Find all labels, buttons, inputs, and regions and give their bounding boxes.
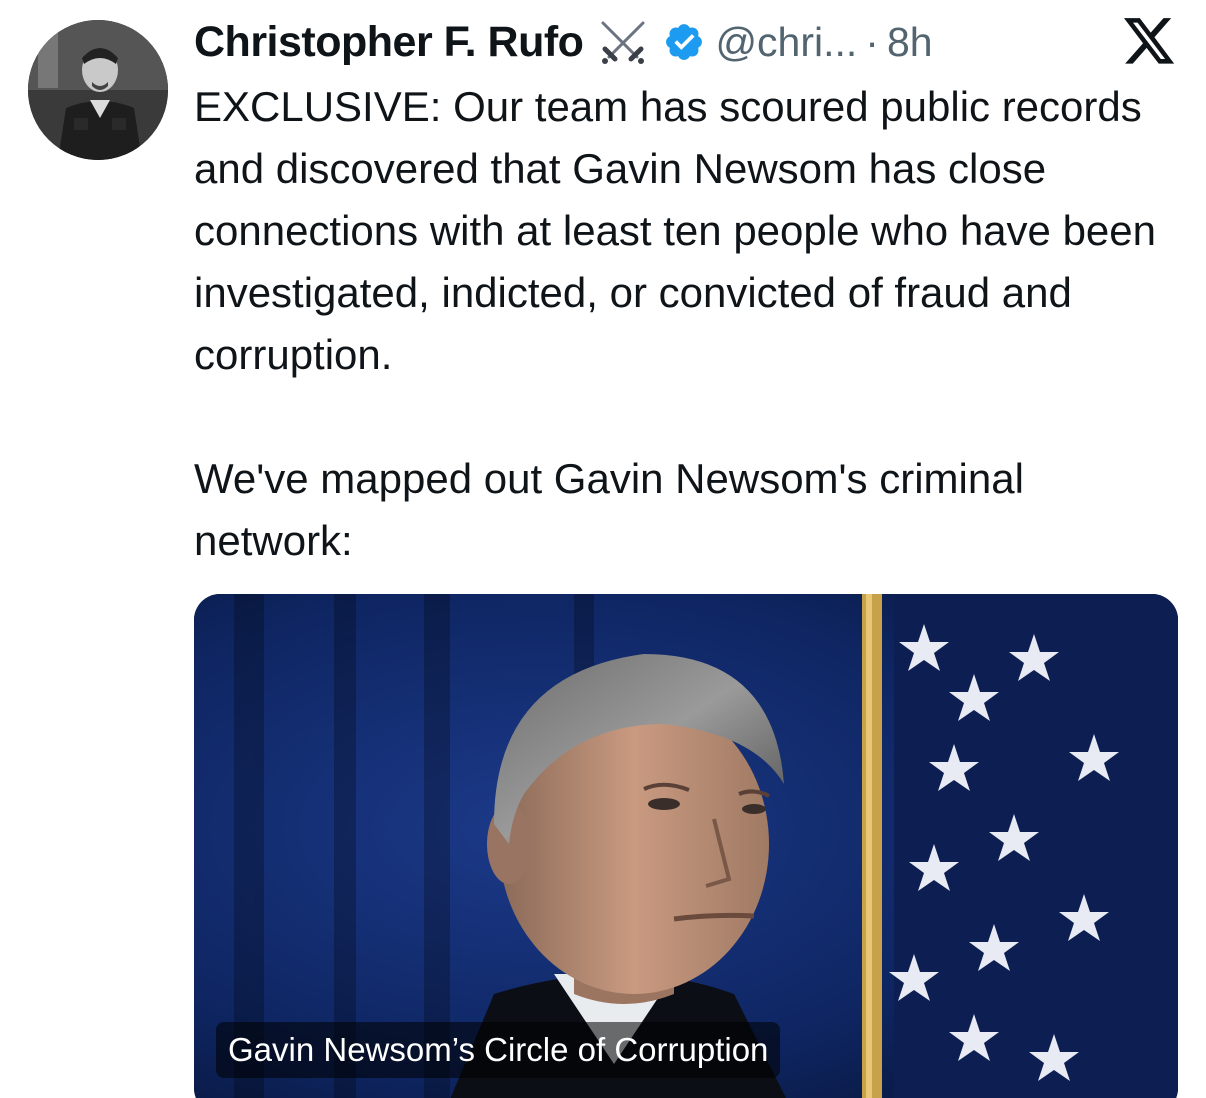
avatar[interactable] (28, 20, 168, 160)
x-logo-icon[interactable] (1124, 18, 1176, 66)
author-handle[interactable]: @chri... (715, 19, 857, 66)
media-caption: Gavin Newsom’s Circle of Corruption (216, 1022, 781, 1078)
media-image[interactable]: Gavin Newsom’s Circle of Corruption (194, 594, 1178, 1098)
crossed-swords-icon (597, 19, 649, 65)
avatar-image (28, 20, 168, 160)
author-display-name[interactable]: Christopher F. Rufo (194, 18, 584, 67)
tweet-header: Christopher F. Rufo @chri... · 8h (194, 14, 933, 70)
tweet-card[interactable]: Christopher F. Rufo @chri... · 8h EXCLUS… (0, 0, 1206, 1098)
tweet-paragraph: EXCLUSIVE: Our team has scoured public r… (194, 83, 1157, 378)
tweet-paragraph: We've mapped out Gavin Newsom's criminal… (194, 455, 1024, 564)
separator-dot: · (865, 18, 879, 65)
tweet-text: EXCLUSIVE: Our team has scoured public r… (194, 76, 1184, 572)
timestamp[interactable]: 8h (887, 19, 933, 66)
verified-badge-icon[interactable] (663, 21, 705, 63)
